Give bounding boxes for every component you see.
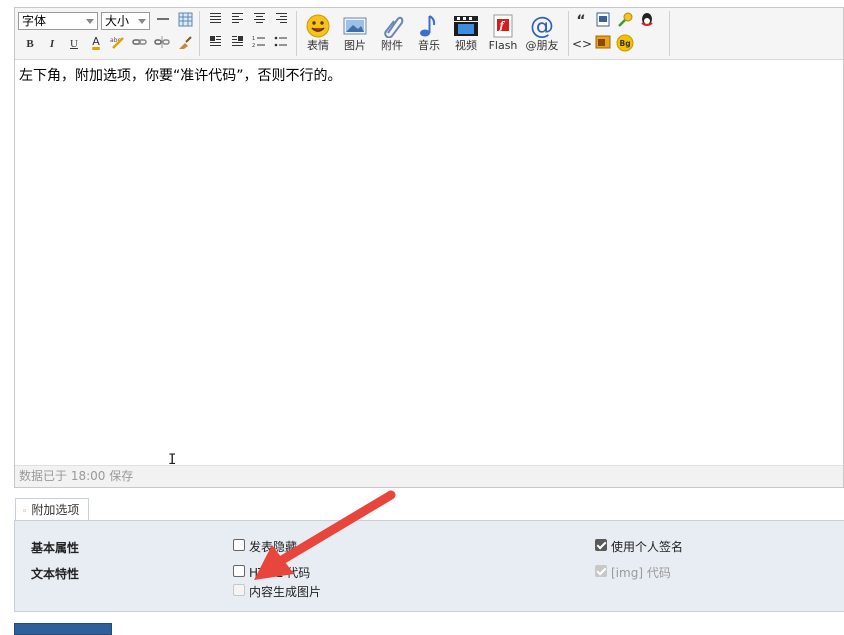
music-note-icon — [420, 15, 436, 37]
flash-label: Flash — [488, 39, 518, 52]
unlink-icon[interactable] — [153, 35, 171, 53]
align-right-icon[interactable] — [272, 12, 290, 30]
horizontal-rule-icon[interactable] — [154, 12, 172, 30]
link-icon[interactable] — [131, 35, 149, 53]
mention-friend-label: @朋友 — [525, 39, 559, 52]
svg-text:2: 2 — [252, 43, 255, 48]
img-code-label: [img] 代码 — [611, 566, 671, 580]
basic-attributes-label: 基本属性 — [31, 541, 80, 555]
password-key-icon[interactable] — [616, 12, 634, 30]
content-to-image-label: 内容生成图片 — [249, 585, 322, 599]
use-signature-checkbox[interactable] — [595, 539, 607, 551]
image-icon — [343, 17, 367, 35]
chevron-down-icon — [86, 19, 94, 24]
image-label: 图片 — [344, 39, 366, 52]
text-cursor-icon: I — [168, 452, 177, 468]
at-icon: @ — [530, 14, 554, 38]
emoticon-label: 表情 — [307, 39, 329, 52]
align-justify-icon[interactable] — [206, 12, 224, 30]
tab-extra-options-label: 附加选项 — [31, 503, 80, 517]
video-button[interactable]: 视频 — [448, 11, 484, 57]
free-frame-icon[interactable] — [594, 35, 612, 53]
svg-text:1: 1 — [252, 36, 255, 42]
font-color-icon[interactable]: A — [87, 33, 105, 51]
qq-icon[interactable] — [638, 12, 656, 30]
img-code-checkbox — [595, 565, 607, 577]
float-right-icon[interactable] — [228, 35, 246, 53]
attachment-label: 附件 — [381, 39, 403, 52]
hidden-post-label: 发表隐藏 — [249, 540, 298, 554]
word-paste-icon[interactable] — [594, 12, 612, 30]
html-code-label: HTML 代码 — [249, 566, 311, 580]
font-family-select[interactable]: 字体 — [18, 12, 98, 30]
tab-extra-options[interactable]: ◦ 附加选项 — [15, 498, 89, 521]
clear-format-icon[interactable] — [175, 35, 193, 53]
editor-toolbar: 字体 大小 B I U A abc 1 2 表情 图片 附件 音乐 视频 f F… — [15, 8, 843, 60]
html-code-checkbox[interactable] — [233, 565, 245, 577]
text-features-label: 文本特性 — [31, 567, 80, 581]
video-label: 视频 — [455, 39, 477, 52]
music-button[interactable]: 音乐 — [411, 11, 447, 57]
font-size-select-label: 大小 — [105, 14, 130, 28]
font-size-select[interactable]: 大小 — [101, 12, 150, 30]
code-icon[interactable]: <> — [572, 35, 592, 53]
hidden-post-checkbox[interactable] — [233, 539, 245, 551]
svg-text:Bg: Bg — [620, 39, 631, 48]
use-signature-label: 使用个人签名 — [611, 540, 684, 554]
background-icon[interactable]: Bg — [616, 34, 634, 52]
italic-icon[interactable]: I — [43, 35, 61, 53]
quote-icon[interactable]: “ — [572, 12, 590, 30]
unordered-list-icon[interactable] — [272, 35, 290, 53]
extra-options-panel: 基本属性 文本特性 发表隐藏 HTML 代码 内容生成图片 使用个人签名 [im… — [14, 521, 844, 612]
editor-text: 左下角，附加选项，你要“准许代码”，否则不行的。 — [19, 68, 342, 84]
editor: 字体 大小 B I U A abc 1 2 表情 图片 附件 音乐 视频 f F… — [14, 7, 844, 488]
smiley-icon — [306, 14, 330, 38]
font-family-select-label: 字体 — [22, 14, 47, 28]
align-center-icon[interactable] — [250, 12, 268, 30]
emoticon-button[interactable]: 表情 — [300, 11, 336, 57]
align-left-icon[interactable] — [228, 12, 246, 30]
video-icon — [454, 16, 478, 36]
mention-friend-button[interactable]: @ @朋友 — [522, 11, 562, 57]
ordered-list-icon[interactable]: 12 — [250, 35, 268, 53]
attachment-button[interactable]: 附件 — [374, 11, 410, 57]
content-to-image-checkbox — [233, 584, 245, 596]
submit-button[interactable] — [14, 623, 112, 635]
music-label: 音乐 — [418, 39, 440, 52]
chevron-down-icon — [138, 19, 146, 24]
bold-icon[interactable]: B — [21, 35, 39, 53]
underline-icon[interactable]: U — [65, 35, 83, 53]
autosave-status-text: 数据已于 18:00 保存 — [19, 469, 134, 483]
bullet-icon: ◦ — [22, 507, 28, 517]
paperclip-icon — [384, 16, 404, 38]
flash-button[interactable]: f Flash — [485, 11, 521, 57]
spellcheck-icon[interactable]: abc — [109, 35, 127, 53]
float-left-icon[interactable] — [206, 35, 224, 53]
flash-icon: f — [493, 14, 513, 38]
autosave-status: 数据已于 18:00 保存 — [15, 465, 843, 487]
table-icon[interactable] — [176, 12, 194, 30]
svg-text:@: @ — [530, 14, 554, 38]
editor-content[interactable]: 左下角，附加选项，你要“准许代码”，否则不行的。 — [15, 60, 843, 467]
image-button[interactable]: 图片 — [337, 11, 373, 57]
